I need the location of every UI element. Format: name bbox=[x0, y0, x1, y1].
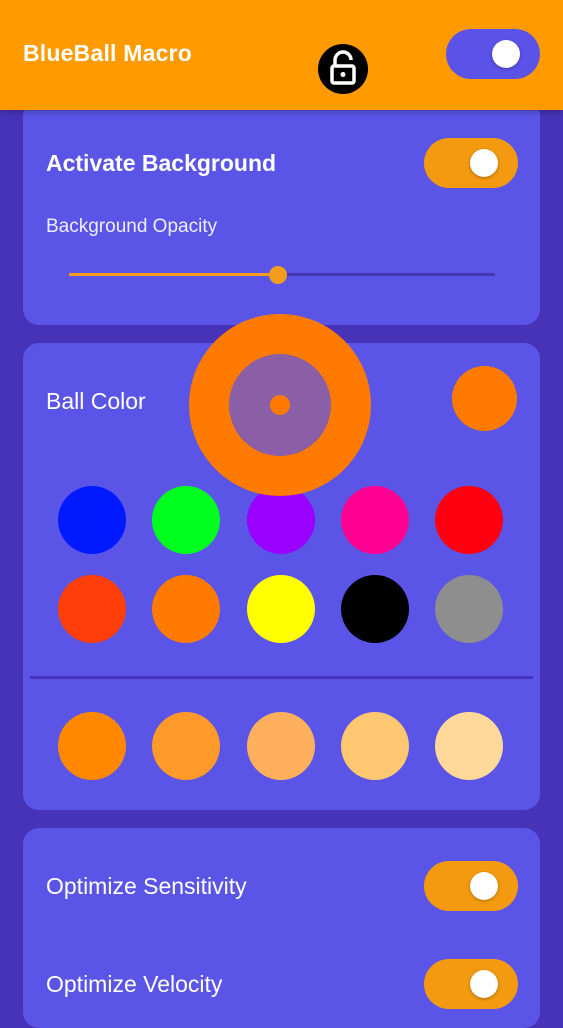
app-bar: BlueBall Macro bbox=[0, 0, 563, 110]
app-title: BlueBall Macro bbox=[23, 40, 192, 66]
master-toggle[interactable] bbox=[446, 29, 540, 79]
touch-indicator bbox=[189, 314, 371, 496]
shade-swatch[interactable] bbox=[247, 712, 315, 780]
toggle-knob bbox=[470, 149, 498, 177]
toggle-knob bbox=[470, 970, 498, 998]
color-swatch[interactable] bbox=[58, 575, 126, 643]
activate-background-label: Activate Background bbox=[46, 150, 277, 176]
color-swatch[interactable] bbox=[247, 575, 315, 643]
opacity-slider-fill bbox=[69, 273, 278, 276]
optimize-velocity-label: Optimize Velocity bbox=[46, 971, 223, 997]
color-swatch[interactable] bbox=[152, 486, 220, 554]
color-swatch[interactable] bbox=[247, 486, 315, 554]
background-settings-card: Activate Background Background Opacity bbox=[23, 100, 540, 325]
color-swatch[interactable] bbox=[341, 486, 409, 554]
toggle-knob bbox=[492, 40, 520, 68]
color-swatch[interactable] bbox=[152, 575, 220, 643]
color-swatch[interactable] bbox=[341, 575, 409, 643]
shade-swatch[interactable] bbox=[435, 712, 503, 780]
color-swatch[interactable] bbox=[58, 486, 126, 554]
shade-swatch[interactable] bbox=[58, 712, 126, 780]
selected-color-preview[interactable] bbox=[452, 366, 517, 431]
optimize-sensitivity-toggle[interactable] bbox=[424, 861, 518, 911]
color-swatch[interactable] bbox=[435, 486, 503, 554]
activate-background-toggle[interactable] bbox=[424, 138, 518, 188]
background-opacity-label: Background Opacity bbox=[46, 216, 218, 237]
color-swatch[interactable] bbox=[435, 575, 503, 643]
divider bbox=[30, 676, 533, 679]
toggle-knob bbox=[470, 872, 498, 900]
shade-swatch[interactable] bbox=[341, 712, 409, 780]
optimize-velocity-toggle[interactable] bbox=[424, 959, 518, 1009]
opacity-slider-thumb[interactable] bbox=[269, 266, 287, 284]
touch-indicator-dot bbox=[270, 395, 290, 415]
optimize-options-card: Optimize Sensitivity Optimize Velocity bbox=[23, 828, 540, 1028]
shade-swatch[interactable] bbox=[152, 712, 220, 780]
unlocked-padlock-icon[interactable] bbox=[318, 44, 368, 94]
ball-color-label: Ball Color bbox=[46, 388, 146, 414]
optimize-sensitivity-label: Optimize Sensitivity bbox=[46, 873, 247, 899]
